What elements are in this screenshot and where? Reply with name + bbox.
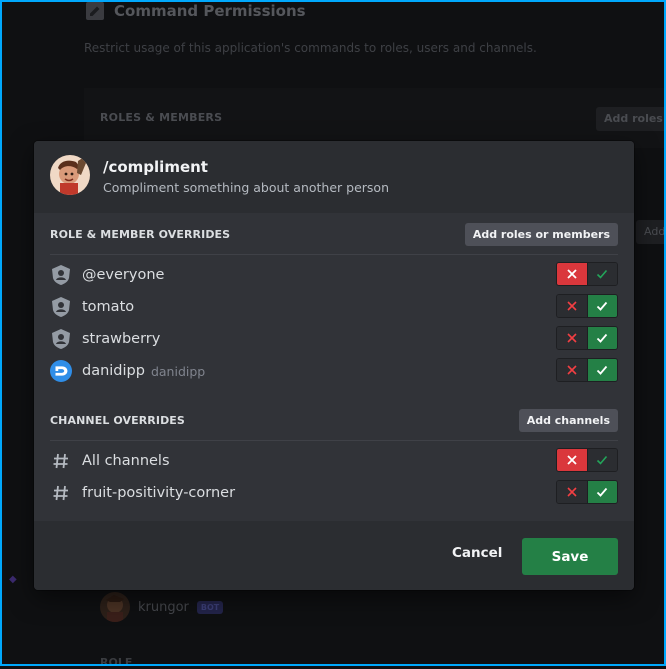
deny-toggle-button[interactable] — [557, 295, 588, 317]
role-shield-icon — [50, 264, 72, 286]
override-label: @everyone — [82, 267, 165, 283]
command-avatar — [50, 155, 90, 195]
divider — [50, 440, 618, 441]
user-avatar — [50, 360, 72, 382]
allow-toggle-button[interactable] — [587, 295, 617, 317]
deny-toggle-button[interactable] — [557, 263, 588, 285]
override-row-tomato: tomato — [50, 293, 618, 321]
override-label: All channels — [82, 453, 170, 469]
role-overrides-header: ROLE & MEMBER OVERRIDES Add roles or mem… — [50, 221, 618, 247]
allow-toggle-button[interactable] — [587, 449, 617, 471]
add-channels-button[interactable]: Add channels — [518, 408, 618, 432]
override-row-fruit-positivity-corner: fruit-positivity-corner — [50, 479, 618, 507]
override-label: danidipp — [82, 363, 145, 379]
command-description: Compliment something about another perso… — [103, 180, 389, 195]
override-row-everyone: @everyone — [50, 261, 618, 289]
deny-toggle-button[interactable] — [557, 327, 588, 349]
channel-overrides-label: CHANNEL OVERRIDES — [50, 413, 185, 427]
override-label: strawberry — [82, 331, 161, 347]
permission-toggle — [556, 448, 618, 472]
override-label: fruit-positivity-corner — [82, 485, 236, 501]
override-username: danidipp — [150, 363, 206, 379]
deny-toggle-button[interactable] — [557, 359, 588, 381]
cancel-button[interactable]: Cancel — [434, 543, 520, 563]
permission-toggle — [556, 358, 618, 382]
divider — [50, 254, 618, 255]
deny-toggle-button[interactable] — [557, 449, 588, 471]
override-label: tomato — [82, 299, 135, 315]
allow-toggle-button[interactable] — [587, 359, 617, 381]
command-name: /compliment — [103, 158, 208, 176]
modal-footer: Cancel Save — [34, 521, 634, 590]
role-overrides-label: ROLE & MEMBER OVERRIDES — [50, 227, 231, 241]
role-shield-icon — [50, 328, 72, 350]
permission-toggle — [556, 262, 618, 286]
allow-toggle-button[interactable] — [587, 263, 617, 285]
permission-toggle — [556, 480, 618, 504]
permission-toggle — [556, 294, 618, 318]
hash-icon — [50, 482, 72, 504]
override-row-all-channels: All channels — [50, 447, 618, 475]
permissions-modal: /compliment Compliment something about a… — [34, 141, 634, 590]
override-row-danidipp: danidipp danidipp — [50, 357, 618, 385]
deny-toggle-button[interactable] — [557, 481, 588, 503]
modal-header: /compliment Compliment something about a… — [34, 141, 634, 213]
add-roles-members-button[interactable]: Add roles or members — [464, 222, 618, 246]
allow-toggle-button[interactable] — [587, 327, 617, 349]
save-button[interactable]: Save — [522, 538, 618, 575]
modal-body: ROLE & MEMBER OVERRIDES Add roles or mem… — [34, 213, 634, 521]
allow-toggle-button[interactable] — [587, 481, 617, 503]
hash-icon — [50, 450, 72, 472]
override-row-strawberry: strawberry — [50, 325, 618, 353]
channel-overrides-header: CHANNEL OVERRIDES Add channels — [50, 407, 618, 433]
role-shield-icon — [50, 296, 72, 318]
permission-toggle — [556, 326, 618, 350]
